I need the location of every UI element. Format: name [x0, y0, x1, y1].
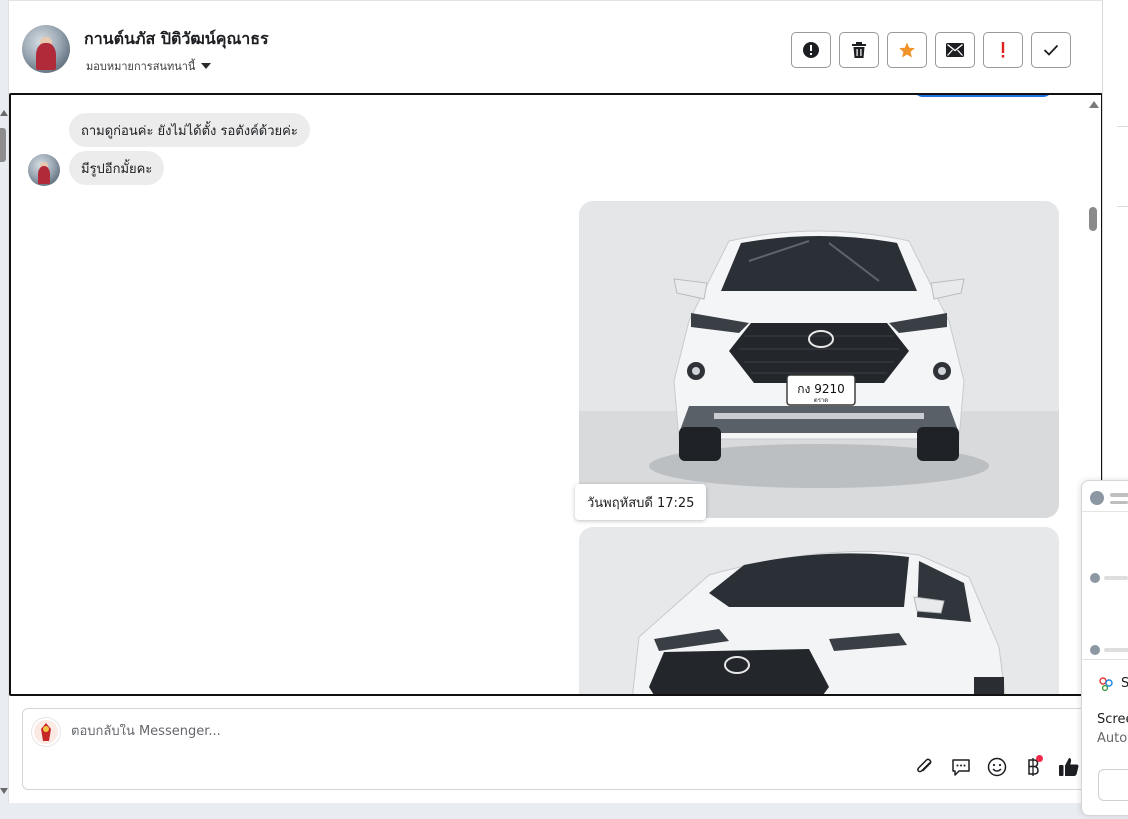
notification-dot [1036, 755, 1043, 762]
divider [1082, 511, 1128, 512]
mini-avatar [1090, 491, 1104, 505]
message-text: มีรูปอีกมั้ยคะ [81, 161, 153, 177]
mini-avatar [1090, 645, 1100, 655]
license-plate-text: กง 9210 [797, 382, 844, 396]
contact-name[interactable]: กานต์นภัส ปิติวัฒน์คุณาธร [84, 27, 269, 52]
message-timestamp: วันพฤหัสบดี 17:25 [575, 484, 707, 520]
page-logo-icon [34, 720, 58, 744]
saved-replies-button[interactable] [949, 755, 973, 779]
preview-line [1110, 493, 1128, 497]
page-avatar [31, 717, 61, 747]
thumbs-up-icon [1059, 758, 1079, 776]
widget-action-button[interactable] [1098, 769, 1128, 801]
divider [1082, 659, 1128, 660]
composer-toolbar [913, 755, 1081, 779]
preview-line [1104, 648, 1128, 652]
assign-conversation-dropdown[interactable]: มอบหมายการสนทนานี้ [86, 57, 212, 75]
like-button[interactable] [1057, 755, 1081, 779]
preview-line [1110, 501, 1128, 504]
reply-input[interactable] [71, 724, 771, 739]
floating-preview-widget[interactable]: S Scree Auto [1081, 480, 1128, 816]
paperclip-icon [917, 758, 932, 773]
car-photo-side[interactable] [579, 527, 1059, 694]
conversation-header: กานต์นภัส ปิติวัฒน์คุณาธร มอบหมายการสนทน… [9, 0, 1103, 94]
widget-title: Scree [1097, 712, 1128, 727]
alert-circle-icon [803, 42, 819, 58]
license-plate-province: ตราด [814, 397, 828, 404]
caret-down-icon [201, 63, 212, 69]
divider [1117, 206, 1128, 207]
incoming-message[interactable]: มีรูปอีกมั้ยคะ [69, 151, 165, 185]
page-scroll-up-arrow[interactable] [0, 110, 8, 116]
attach-button[interactable] [913, 755, 937, 779]
message-text: ถามดูก่อนค่ะ ยังไม่ได้ตั้ง รอตังค์ด้วยค่… [81, 123, 298, 139]
delete-button[interactable] [839, 32, 879, 68]
reply-composer [22, 708, 1092, 790]
widget-label: S [1121, 676, 1128, 691]
incoming-message[interactable]: ถามดูก่อนค่ะ ยังไม่ได้ตั้ง รอตังค์ด้วยค่… [69, 113, 310, 147]
star-button[interactable] [887, 32, 927, 68]
mini-avatar [1090, 573, 1100, 583]
header-actions [791, 32, 1071, 68]
star-icon [899, 42, 915, 58]
contact-avatar[interactable] [22, 25, 70, 73]
trash-icon [852, 42, 866, 58]
car-side-image [579, 527, 1059, 694]
done-button[interactable] [1031, 32, 1071, 68]
preview-line [1104, 576, 1128, 580]
car-front-image: กง 9210 ตราด [579, 201, 1059, 518]
message-thread[interactable]: ถามดูก่อนค่ะ ยังไม่ได้ตั้ง รอตังค์ด้วยค่… [9, 93, 1103, 696]
smiley-icon [987, 757, 1007, 777]
scroll-up-arrow[interactable] [1089, 101, 1099, 108]
car-photo-front[interactable]: กง 9210 ตราด [579, 201, 1059, 518]
page-scroll-down-arrow[interactable] [0, 788, 8, 794]
report-button[interactable] [791, 32, 831, 68]
mark-unread-button[interactable] [935, 32, 975, 68]
flag-button[interactable] [983, 32, 1023, 68]
conversation-panel: กานต์นภัส ปิติวัฒน์คุณาธร มอบหมายการสนทน… [8, 0, 1103, 803]
assign-label: มอบหมายการสนทนานี้ [86, 60, 196, 73]
page-scroll-thumb[interactable] [0, 128, 6, 162]
widget-subtitle: Auto [1097, 731, 1128, 746]
checkmark-icon [1043, 44, 1059, 56]
divider [1117, 126, 1128, 127]
chat-bubble-icon [952, 759, 970, 776]
app-logo-icon [1099, 677, 1113, 691]
outgoing-message-bubble [913, 95, 1053, 97]
envelope-icon [946, 43, 964, 57]
payment-button[interactable] [1021, 755, 1045, 779]
scroll-thumb[interactable] [1089, 207, 1097, 231]
emoji-button[interactable] [985, 755, 1009, 779]
exclamation-icon [1001, 42, 1005, 58]
sender-avatar[interactable] [28, 154, 60, 186]
